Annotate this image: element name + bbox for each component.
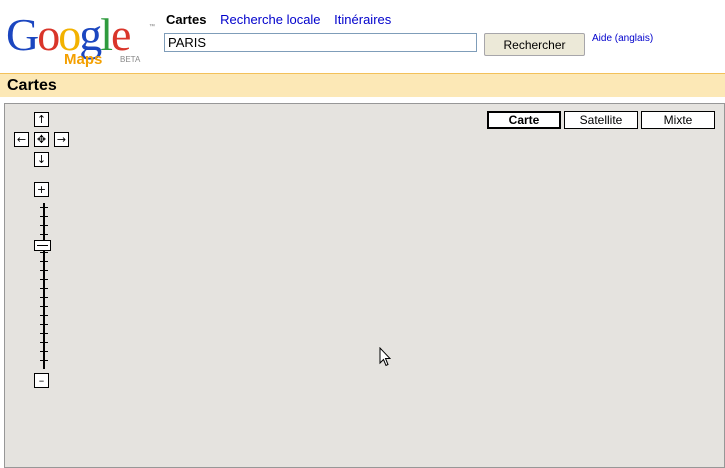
nav-link-recherche-locale[interactable]: Recherche locale — [220, 12, 320, 27]
google-maps-logo: Google ™ Maps BETA — [6, 12, 156, 72]
arrow-up-icon: ↑ — [36, 113, 47, 126]
slider-tick — [40, 270, 48, 271]
logo-letter: G — [6, 9, 39, 60]
pan-left-button[interactable]: ← — [14, 132, 29, 147]
minus-icon: – — [38, 374, 45, 387]
slider-tick — [40, 252, 48, 253]
search-button[interactable]: Rechercher — [484, 33, 585, 56]
beta-badge: BETA — [120, 55, 141, 64]
slider-tick — [40, 306, 48, 307]
map-type-mixte-button[interactable]: Mixte — [641, 111, 715, 129]
arrow-left-icon: ← — [16, 133, 27, 146]
slider-tick — [40, 234, 48, 235]
map-type-carte-button[interactable]: Carte — [487, 111, 561, 129]
pan-down-button[interactable]: ↓ — [34, 152, 49, 167]
logo-letter: o — [37, 9, 60, 60]
page-title: Cartes — [7, 77, 57, 94]
title-bar: Cartes — [0, 73, 725, 97]
slider-tick — [40, 333, 48, 334]
slider-tick — [40, 324, 48, 325]
search-input[interactable] — [164, 33, 477, 52]
slider-tick — [40, 342, 48, 343]
slider-tick — [40, 351, 48, 352]
slider-rail — [43, 203, 45, 369]
slider-tick — [40, 207, 48, 208]
trademark: ™ — [149, 24, 155, 30]
slider-tick — [40, 261, 48, 262]
plus-icon: + — [36, 183, 47, 196]
slider-tick — [40, 297, 48, 298]
zoom-slider-handle[interactable] — [34, 239, 51, 251]
pan-up-button[interactable]: ↑ — [34, 112, 49, 127]
help-link[interactable]: Aide (anglais) — [592, 33, 653, 44]
zoom-out-button[interactable]: – — [34, 373, 49, 388]
top-nav: Cartes Recherche locale Itinéraires — [166, 12, 401, 27]
arrow-right-icon: → — [56, 133, 67, 146]
slider-tick — [40, 288, 48, 289]
slider-tick — [40, 360, 48, 361]
zoom-slider[interactable] — [40, 203, 48, 369]
map-canvas[interactable]: ↑ ← ✥ → ↓ + – Carte Satellite Mixte — [4, 103, 725, 468]
arrow-down-icon: ↓ — [36, 153, 47, 166]
slider-tick — [40, 315, 48, 316]
logo-maps-label: Maps — [64, 51, 103, 68]
nav-link-itineraires[interactable]: Itinéraires — [334, 12, 391, 27]
mouse-cursor-icon — [379, 347, 391, 367]
logo-letter: e — [111, 9, 131, 60]
slider-tick — [40, 216, 48, 217]
nav-item-cartes: Cartes — [166, 12, 207, 27]
slider-tick — [40, 225, 48, 226]
center-icon: ✥ — [36, 133, 47, 146]
pan-right-button[interactable]: → — [54, 132, 69, 147]
map-type-satellite-button[interactable]: Satellite — [564, 111, 638, 129]
zoom-in-button[interactable]: + — [34, 182, 49, 197]
slider-tick — [40, 279, 48, 280]
pan-center-button[interactable]: ✥ — [34, 132, 49, 147]
